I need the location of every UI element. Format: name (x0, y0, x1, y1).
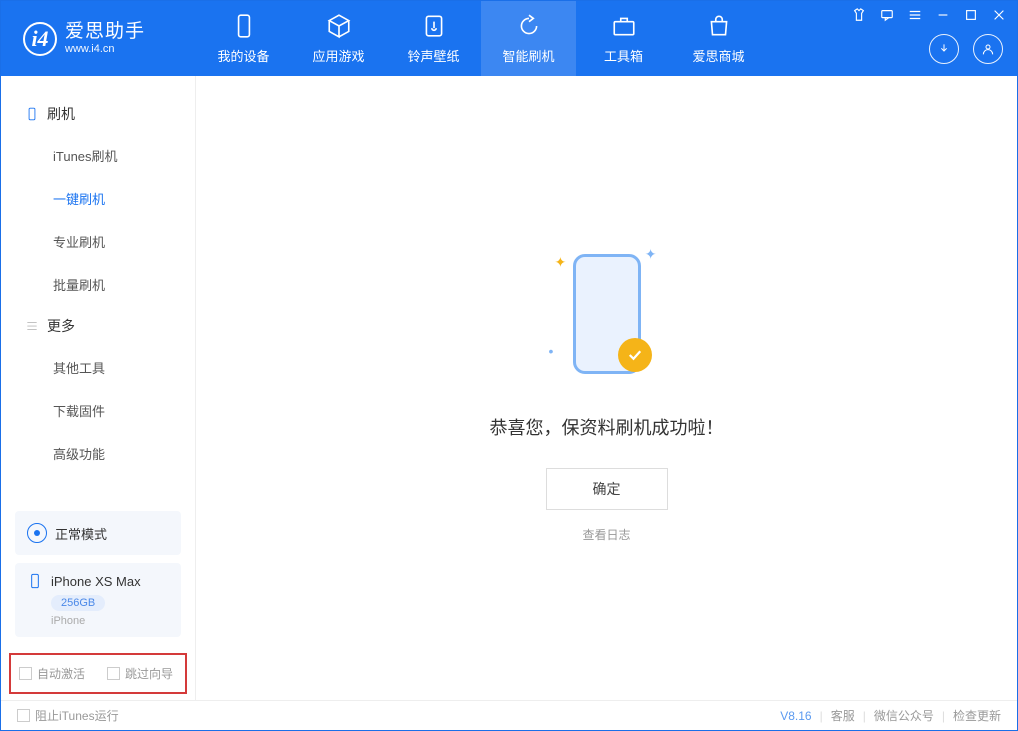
auto-activate-checkbox[interactable]: 自动激活 (19, 665, 85, 682)
skip-guide-checkbox[interactable]: 跳过向导 (107, 665, 173, 682)
close-button[interactable] (991, 7, 1007, 23)
sidebar-item-other-tools[interactable]: 其他工具 (1, 346, 195, 389)
main-content: ✦ ✦ • 恭喜您，保资料刷机成功啦！ 确定 查看日志 (196, 76, 1017, 700)
refresh-icon (516, 13, 542, 39)
top-nav: 我的设备 应用游戏 铃声壁纸 智能刷机 工具箱 爱思商城 (196, 1, 766, 76)
logo-title: 爱思助手 (65, 22, 145, 43)
sidebar-item-advanced[interactable]: 高级功能 (1, 432, 195, 475)
flash-options-box: 自动激活 跳过向导 (9, 653, 187, 694)
status-bar: 阻止iTunes运行 V8.16 | 客服 | 微信公众号 | 检查更新 (1, 700, 1017, 730)
logo-icon: i4 (23, 22, 57, 56)
checkbox-icon (17, 709, 30, 722)
device-icon (25, 107, 39, 121)
account-button[interactable] (973, 34, 1003, 64)
nav-label: 我的设备 (217, 46, 269, 65)
nav-ringtone[interactable]: 铃声壁纸 (386, 1, 481, 76)
menu-icon[interactable] (907, 7, 923, 23)
sidebar-item-oneclick-flash[interactable]: 一键刷机 (1, 177, 195, 220)
nav-store[interactable]: 爱思商城 (671, 1, 766, 76)
sidebar-group-more: 更多 (1, 306, 195, 346)
phone-small-icon (27, 573, 43, 589)
mode-icon (27, 523, 47, 543)
success-illustration: ✦ ✦ • (527, 234, 687, 394)
sidebar-item-download-firmware[interactable]: 下载固件 (1, 389, 195, 432)
sidebar-item-itunes-flash[interactable]: iTunes刷机 (1, 134, 195, 177)
ok-button[interactable]: 确定 (546, 468, 668, 510)
success-message: 恭喜您，保资料刷机成功啦！ (490, 414, 724, 440)
sparkle-icon: ✦ (645, 246, 657, 263)
sparkle-icon: ✦ (555, 254, 567, 271)
music-icon (421, 13, 447, 39)
feedback-icon[interactable] (879, 7, 895, 23)
block-itunes-checkbox[interactable]: 阻止iTunes运行 (17, 707, 119, 724)
device-type: iPhone (51, 615, 169, 627)
nav-label: 应用游戏 (312, 46, 364, 65)
checkbox-icon (107, 667, 120, 680)
cube-icon (326, 13, 352, 39)
briefcase-icon (611, 13, 637, 39)
sidebar-item-batch-flash[interactable]: 批量刷机 (1, 263, 195, 306)
sidebar-item-pro-flash[interactable]: 专业刷机 (1, 220, 195, 263)
download-button[interactable] (929, 34, 959, 64)
sidebar: 刷机 iTunes刷机 一键刷机 专业刷机 批量刷机 更多 其他工具 下载固件 … (1, 76, 196, 700)
sidebar-group-flash: 刷机 (1, 94, 195, 134)
nav-label: 工具箱 (604, 46, 643, 65)
device-mode-box[interactable]: 正常模式 (15, 511, 181, 555)
logo-subtitle: www.i4.cn (65, 43, 145, 55)
nav-label: 爱思商城 (692, 46, 744, 65)
list-icon (25, 319, 39, 333)
phone-icon (231, 13, 257, 39)
mode-label: 正常模式 (55, 524, 107, 543)
success-check-icon (618, 338, 652, 372)
check-update-link[interactable]: 检查更新 (953, 707, 1001, 724)
checkbox-icon (19, 667, 32, 680)
version-label: V8.16 (780, 709, 811, 723)
device-name: iPhone XS Max (51, 574, 141, 589)
app-header: i4 爱思助手 www.i4.cn 我的设备 应用游戏 铃声壁纸 智能刷机 工具… (1, 1, 1017, 76)
bag-icon (706, 13, 732, 39)
minimize-button[interactable] (935, 7, 951, 23)
nav-flash[interactable]: 智能刷机 (481, 1, 576, 76)
device-capacity: 256GB (51, 595, 105, 611)
skin-icon[interactable] (851, 7, 867, 23)
nav-toolbox[interactable]: 工具箱 (576, 1, 671, 76)
nav-label: 铃声壁纸 (407, 46, 459, 65)
nav-my-device[interactable]: 我的设备 (196, 1, 291, 76)
device-info-box[interactable]: iPhone XS Max 256GB iPhone (15, 563, 181, 637)
sparkle-icon: • (549, 343, 554, 359)
support-link[interactable]: 客服 (831, 707, 855, 724)
view-log-link[interactable]: 查看日志 (582, 526, 630, 543)
nav-apps[interactable]: 应用游戏 (291, 1, 386, 76)
wechat-link[interactable]: 微信公众号 (874, 707, 934, 724)
maximize-button[interactable] (963, 7, 979, 23)
nav-label: 智能刷机 (502, 46, 554, 65)
logo: i4 爱思助手 www.i4.cn (1, 22, 196, 56)
